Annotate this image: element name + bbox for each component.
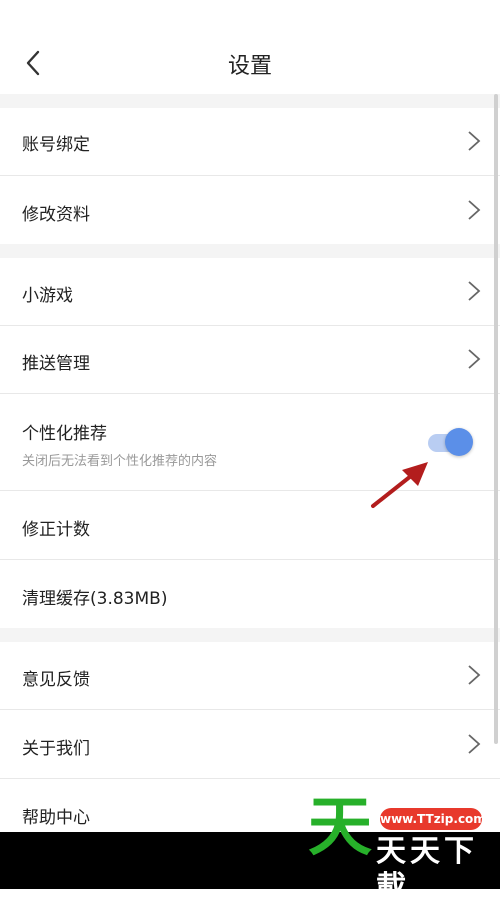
settings-item-label: 推送管理 [22, 354, 90, 374]
chevron-right-icon [468, 131, 481, 151]
chevron-right-icon [468, 734, 481, 754]
settings-item-push-management[interactable]: 推送管理 [0, 326, 500, 393]
toggle-knob [445, 428, 473, 456]
scrollbar[interactable] [494, 94, 498, 744]
watermark-name: 天天下載 [376, 834, 478, 905]
section-gap [0, 628, 500, 642]
settings-item-description: 关闭后无法看到个性化推荐的内容 [22, 454, 218, 469]
settings-item-label: 修正计数 [22, 520, 90, 540]
watermark-logo: 天 [308, 791, 372, 865]
chevron-right-icon [468, 200, 481, 220]
settings-item-mini-games[interactable]: 小游戏 [0, 258, 500, 325]
settings-item-edit-profile[interactable]: 修改资料 [0, 176, 500, 244]
settings-item-label: 个性化推荐 [22, 424, 107, 444]
top-bar: 设置 [0, 0, 500, 94]
settings-item-label: 账号绑定 [22, 135, 90, 155]
settings-item-label: 帮助中心 [22, 808, 90, 828]
settings-item-label: 清理缓存(3.83MB) [22, 589, 168, 609]
page-title: 设置 [227, 54, 272, 79]
personalized-recommendation-toggle[interactable] [428, 428, 476, 458]
settings-item-account-binding[interactable]: 账号绑定 [0, 108, 500, 175]
watermark-url: www.TTzip.com [380, 808, 486, 830]
section-gap [0, 94, 500, 108]
chevron-right-icon [468, 349, 481, 369]
settings-item-clear-cache[interactable]: 清理缓存(3.83MB) [0, 560, 500, 628]
chevron-right-icon [468, 665, 481, 685]
settings-item-label: 修改资料 [22, 205, 90, 225]
chevron-right-icon [468, 281, 481, 301]
settings-item-label: 小游戏 [22, 286, 73, 306]
red-arrow-icon [371, 462, 428, 508]
settings-item-label: 意见反馈 [22, 670, 90, 690]
section-gap [0, 244, 500, 258]
settings-item-feedback[interactable]: 意见反馈 [0, 642, 500, 709]
settings-item-about-us[interactable]: 关于我们 [0, 710, 500, 778]
settings-item-label: 关于我们 [22, 739, 90, 759]
